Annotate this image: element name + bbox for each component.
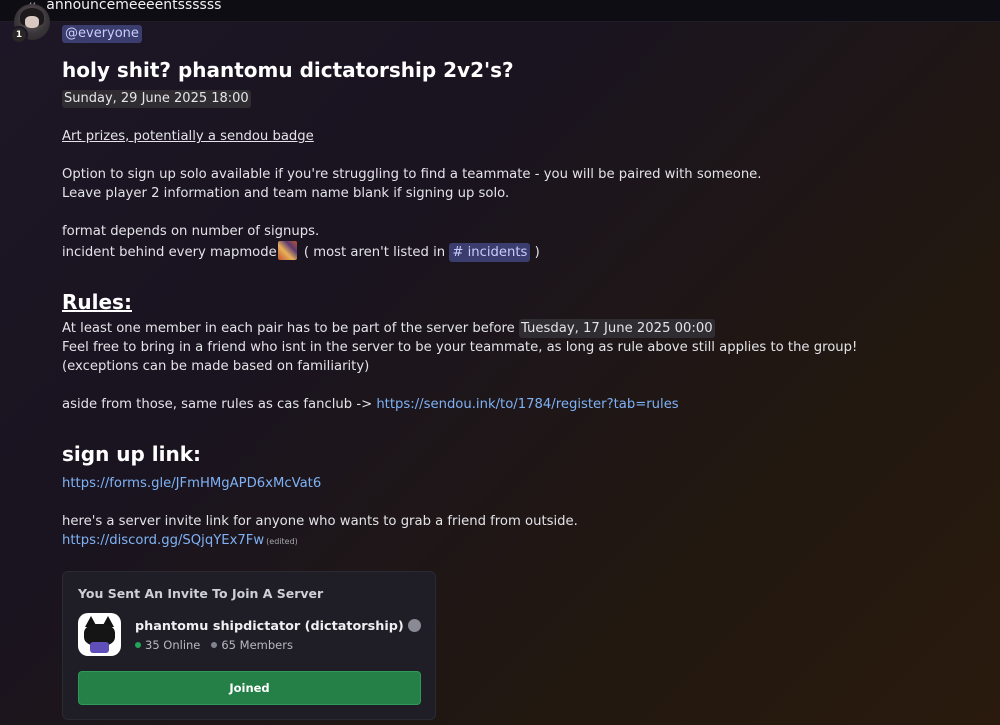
rule-2: Feel free to bring in a friend who isnt … xyxy=(62,340,858,355)
incident-mid: ( most aren't listed in xyxy=(299,245,450,260)
online-count: 35 Online xyxy=(145,638,201,652)
solo-info-1: Option to sign up solo available if you'… xyxy=(62,167,762,182)
rules-aside: aside from those, same rules as cas fanc… xyxy=(62,395,982,414)
rules-aside-text: aside from those, same rules as cas fanc… xyxy=(62,397,377,412)
edited-label: (edited) xyxy=(266,537,298,546)
message-body: @everyone holy shit? phantomu dictatorsh… xyxy=(62,22,982,551)
incidents-channel-link[interactable]: # incidents xyxy=(449,243,531,262)
invite-card: You Sent An Invite To Join A Server phan… xyxy=(62,571,436,720)
custom-emoji-icon[interactable] xyxy=(277,241,297,260)
online-dot-icon xyxy=(135,642,141,648)
invite-link[interactable]: https://discord.gg/SQjqYEx7Fw xyxy=(62,533,264,548)
channel-header: # announcemeeeentssssss xyxy=(0,0,1000,22)
prizes-text: Art prizes, potentially a sendou badge xyxy=(62,129,314,144)
rule-1-text: At least one member in each pair has to … xyxy=(62,321,515,336)
incident-suffix: ) xyxy=(530,245,540,260)
everyone-mention[interactable]: @everyone xyxy=(62,25,142,43)
members-count: 65 Members xyxy=(221,638,293,652)
invite-text: here's a server invite link for anyone w… xyxy=(62,514,578,529)
message-title: holy shit? phantomu dictatorship 2v2's? xyxy=(62,58,514,82)
format-text: format depends on number of signups. xyxy=(62,224,320,239)
incident-prefix: incident behind every mapmode xyxy=(62,245,277,260)
rules-link[interactable]: https://sendou.ink/to/1784/register?tab=… xyxy=(376,397,678,412)
server-icon[interactable] xyxy=(78,613,121,656)
invite-header: You Sent An Invite To Join A Server xyxy=(78,586,324,601)
rule-3: (exceptions can be made based on familia… xyxy=(62,359,370,374)
incident-line: incident behind every mapmode ( most are… xyxy=(62,241,982,262)
avatar-status-icon: 1 xyxy=(10,26,28,44)
solo-info-2: Leave player 2 information and team name… xyxy=(62,186,510,201)
verified-badge-icon xyxy=(407,619,421,632)
event-timestamp[interactable]: Sunday, 29 June 2025 18:00 xyxy=(62,90,251,108)
channel-name[interactable]: announcemeeeentssssss xyxy=(46,0,221,12)
signup-heading: sign up link: xyxy=(62,442,202,466)
avatar-face xyxy=(25,16,39,28)
rule-1-timestamp[interactable]: Tuesday, 17 June 2025 00:00 xyxy=(518,319,715,338)
signup-link[interactable]: https://forms.gle/JFmHMgAPD6xMcVat6 xyxy=(62,476,321,491)
server-name[interactable]: phantomu shipdictator (dictatorship) xyxy=(135,619,404,634)
rule-1: At least one member in each pair has to … xyxy=(62,319,982,338)
server-name-line: phantomu shipdictator (dictatorship) xyxy=(135,619,421,634)
members-dot-icon xyxy=(211,642,218,648)
joined-button[interactable]: Joined xyxy=(78,671,421,705)
server-stats: 35 Online 65 Members xyxy=(135,638,293,652)
rules-heading: Rules: xyxy=(62,290,132,314)
